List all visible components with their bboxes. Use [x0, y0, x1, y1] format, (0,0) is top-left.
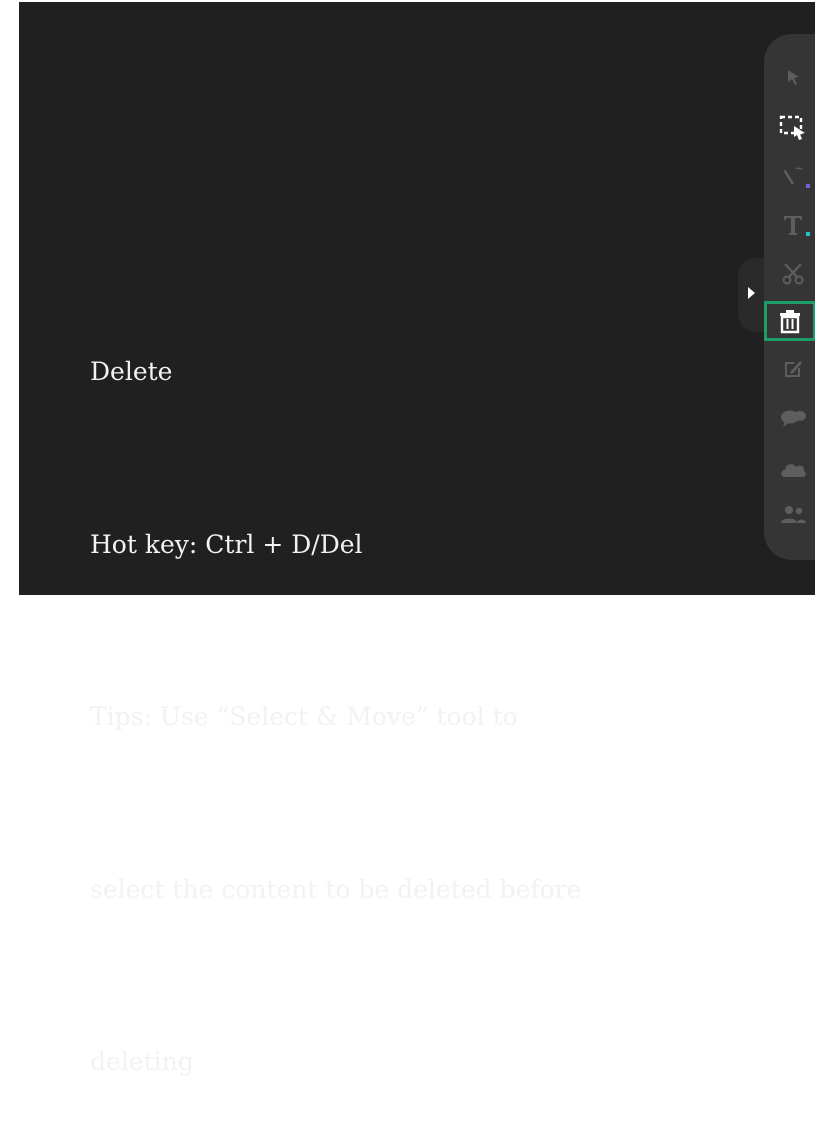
pen-icon: [784, 167, 803, 185]
pen-color-indicator: [806, 184, 810, 188]
cursor-arrow-icon: [788, 70, 799, 85]
tooltip-title: Delete: [90, 357, 173, 386]
tool-delete[interactable]: [764, 301, 815, 341]
tool-text[interactable]: [776, 208, 810, 242]
trash-icon: [780, 310, 800, 334]
tooltip-hotkey: Hot key: Ctrl + D/Del: [90, 529, 363, 559]
tool-cloud[interactable]: [776, 452, 810, 486]
text-color-indicator: [806, 232, 810, 236]
tooltip-tips-line-1: Tips: Use “Select & Move” tool to: [90, 702, 518, 731]
caret-right-icon: [748, 287, 755, 299]
tooltip-tips-line-2: select the content to be deleted before: [90, 874, 582, 904]
tooltip-tips-line-3: deleting: [90, 1047, 194, 1076]
scissors-icon: [782, 263, 804, 285]
tool-edit[interactable]: [776, 352, 810, 386]
tool-pen[interactable]: [776, 160, 810, 194]
tool-comment[interactable]: [776, 401, 810, 435]
chat-bubbles-icon: [781, 410, 806, 427]
tool-pointer[interactable]: [776, 60, 810, 94]
tool-cut[interactable]: [776, 256, 810, 290]
edit-icon: [785, 361, 802, 377]
text-icon: [784, 216, 802, 235]
users-icon: [781, 506, 806, 523]
delete-tool-tooltip: Delete Hot key: Ctrl + D/Del Tips: Use “…: [90, 228, 581, 1148]
marquee-select-icon: [779, 115, 805, 140]
tool-participants[interactable]: [776, 498, 810, 532]
tool-select-and-move[interactable]: [776, 110, 810, 144]
cloud-icon: [781, 464, 806, 477]
